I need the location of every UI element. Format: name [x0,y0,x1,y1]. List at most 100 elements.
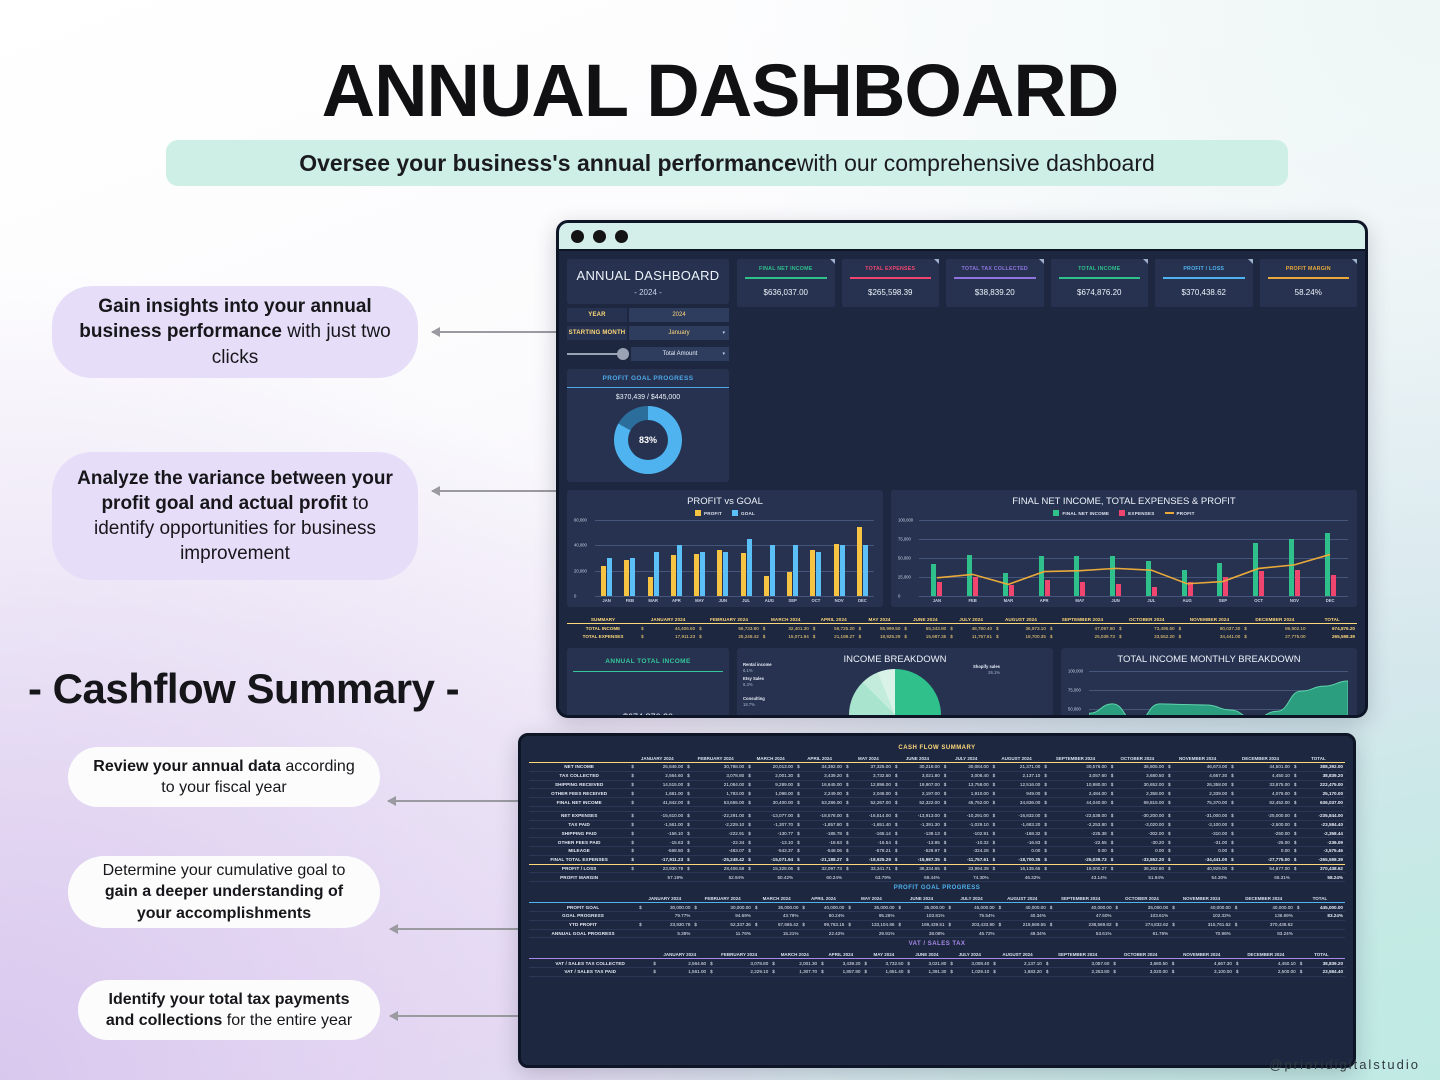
legend-item: EXPENSES [1119,510,1154,516]
cell-value: 30,400.00 [772,799,794,805]
callout-tax: Identify your total tax payments and col… [78,980,380,1040]
bar [647,576,653,596]
cell-value: -139.13 [924,830,940,836]
cell-value: 45.72% [979,930,995,936]
cell-value: 40,000.00 [1091,904,1112,910]
x-tick-label: JUL [1147,598,1156,603]
cell-value: 26,358.00 [1206,781,1228,787]
bar-group [735,520,758,596]
cell-value: 79.77% [674,913,691,919]
column-header: MARCH 2024 [762,896,791,902]
cell-value: -23,584.40 [1321,822,1343,828]
column-header: JUNE 2024 [915,952,939,958]
amount-type-dropdown[interactable]: Total Amount ▾ [631,347,729,361]
y-tick-label: 20,000 [574,568,587,574]
kpi-label: FINAL NET INCOME [759,266,813,272]
column-header: TOTAL [1311,756,1326,761]
net-income-chart-legend: FINAL NET INCOME EXPENSES PROFIT [898,510,1350,516]
column-header: JANUARY 2024 [639,615,698,624]
cell-value: -185.78 [826,830,842,836]
cell-value: 949.00 [1026,790,1041,796]
column-header: AUGUST 2024 [1002,952,1033,958]
bar [740,552,746,596]
cell-value: -27,775.00 [1267,857,1290,863]
cell-value: 53,655.00 [723,799,745,805]
bar [793,545,799,596]
cell-value: -16,514.00 [868,813,891,819]
cell-value: -2,229.10 [724,822,745,828]
table-row: OTHER FEES RECEIVED $1,681.00 $1,783.00 $1,… [529,789,1345,798]
net-income-expenses-profit-chart: FINAL NET INCOME, TOTAL EXPENSES & PROFI… [891,490,1357,607]
column-header: JANUARY 2024 [640,756,674,761]
cell-value: 63.79% [875,874,891,880]
kpi-value: $38,839.20 [974,288,1015,297]
cell-value: 19,000.27 [1086,865,1107,871]
income-breakdown-chart: INCOME BREAKDOWN Shopify sales26.1%Inter… [737,648,1053,715]
cell-value: 27,775.00 [1285,633,1306,639]
cell-value: 45,752.00 [968,799,989,805]
x-tick-label: AUG [1182,598,1192,603]
kpi-corner-icon [1143,259,1148,264]
amount-slider[interactable] [567,348,629,360]
bar [746,539,752,596]
year-value[interactable]: 2024 [629,308,729,322]
table-row: YTD PROFIT $23,930.78 $52,337.36 $67,665.42… [529,920,1345,929]
cell-value: 12,516.00 [1019,781,1041,787]
column-header: SUMMARY [567,615,640,624]
legend-item: GOAL [731,510,755,516]
window-close-icon[interactable] [571,229,584,243]
bar [862,545,868,596]
cell-value: -578.21 [875,848,891,854]
x-tick-label: SEP [1218,598,1228,603]
kpi-corner-icon [1352,259,1357,264]
bar-group [804,520,827,596]
cell-value: 21,084.00 [723,781,745,787]
slider-knob[interactable] [617,348,629,360]
legend-label: FINAL NET INCOME [1062,510,1110,516]
dashboard-controls-column: ANNUAL DASHBOARD - 2024 - YEAR 2024 STAR… [567,259,729,482]
pie-label-percent: 6.3% [743,681,753,687]
cell-value: 36,973.10 [1025,625,1046,631]
cell-value: 34,441.00 [1219,633,1241,639]
table-row: SHIPPING PAID $ -156.10 $ -222.91 $ -130.77 $ -1… [529,829,1345,838]
x-tick-label: NOV [1289,598,1299,603]
window-maximize-icon[interactable] [615,229,628,243]
cell-value: -16.54 [877,839,891,845]
column-header: DECEMBER 2024 [1247,952,1285,958]
cell-value: 38,839.20 [1322,773,1343,779]
callout-variance-bold: Analyze the variance between your profit… [77,467,393,514]
page-title: ANNUAL DASHBOARD [321,49,1120,132]
column-header: JANUARY 2024 [648,896,682,902]
cell-value: 20,013.00 [772,764,794,770]
x-tick-label: JAN [602,598,611,603]
column-header: TOTAL [1307,615,1357,624]
window-minimize-icon[interactable] [593,229,606,243]
cell-value: 44,501.00 [1269,764,1290,770]
cell-value: 36,805.00 [1143,764,1165,770]
bar [700,551,706,596]
cell-value: 25,170.00 [1322,790,1343,796]
cell-value: 0.00 [1031,848,1041,854]
monthly-breakdown-title: TOTAL INCOME MONTHLY BREAKDOWN [1117,654,1301,665]
callout-variance: Analyze the variance between your profit… [52,452,418,580]
legend-label: PROFIT [703,510,722,516]
cell-value: 32,097.73 [821,865,842,871]
legend-swatch [1053,510,1060,516]
pie-slice-label: Consulting 18.7% [743,696,765,707]
row-label: SHIPPING PAID [561,830,597,836]
cell-value: -13.10 [780,839,794,845]
cell-value: 99,763.15 [823,922,845,928]
cell-value [1301,920,1345,929]
starting-month-dropdown[interactable]: January ▾ [629,326,729,340]
bar-group [758,520,781,596]
pie-label-percent: 26.1% [988,669,1000,675]
cell-value: 10,980.00 [1086,781,1107,787]
starting-month-value: January [668,330,690,336]
cell-value: 44,406.60 [674,625,696,631]
kpi-corner-icon [934,259,939,264]
bar [607,558,613,596]
year-label: YEAR [567,308,627,322]
cell-value: 15.21% [782,930,799,936]
column-header: MARCH 2024 [780,952,809,958]
cell-value: 23,930.78 [669,922,691,928]
